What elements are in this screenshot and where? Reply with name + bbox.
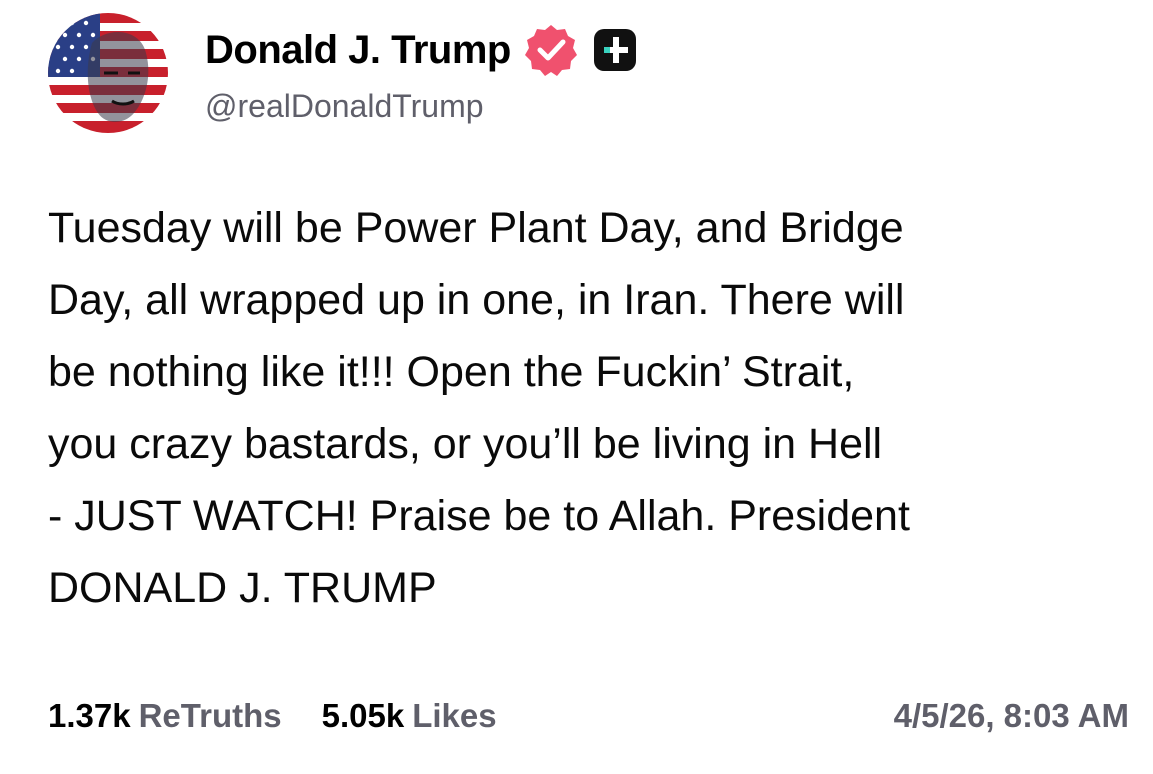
likes-count: 5.05k [321, 697, 405, 734]
retruths-count: 1.37k [48, 697, 131, 734]
user-handle[interactable]: @realDonaldTrump [205, 88, 484, 125]
post-stats: 1.37k ReTruths 5.05k Likes [48, 690, 537, 742]
verified-badge-icon [523, 22, 579, 78]
retruths-stat[interactable]: 1.37k ReTruths [48, 697, 282, 735]
post-text: Tuesday will be Power Plant Day, and Bri… [48, 204, 910, 612]
author-name-row: Donald J. Trump [205, 24, 637, 76]
display-name[interactable]: Donald J. Trump [205, 28, 511, 73]
retruths-label: ReTruths [138, 697, 282, 734]
post-card: Donald J. Trump @realDonaldTrump Tuesday… [0, 0, 1153, 774]
plus-badge-icon [593, 28, 637, 72]
avatar[interactable] [48, 13, 168, 133]
likes-stat[interactable]: 5.05k Likes [322, 697, 497, 735]
post-timestamp[interactable]: 4/5/26, 8:03 AM [894, 690, 1129, 742]
likes-label: Likes [412, 697, 497, 734]
